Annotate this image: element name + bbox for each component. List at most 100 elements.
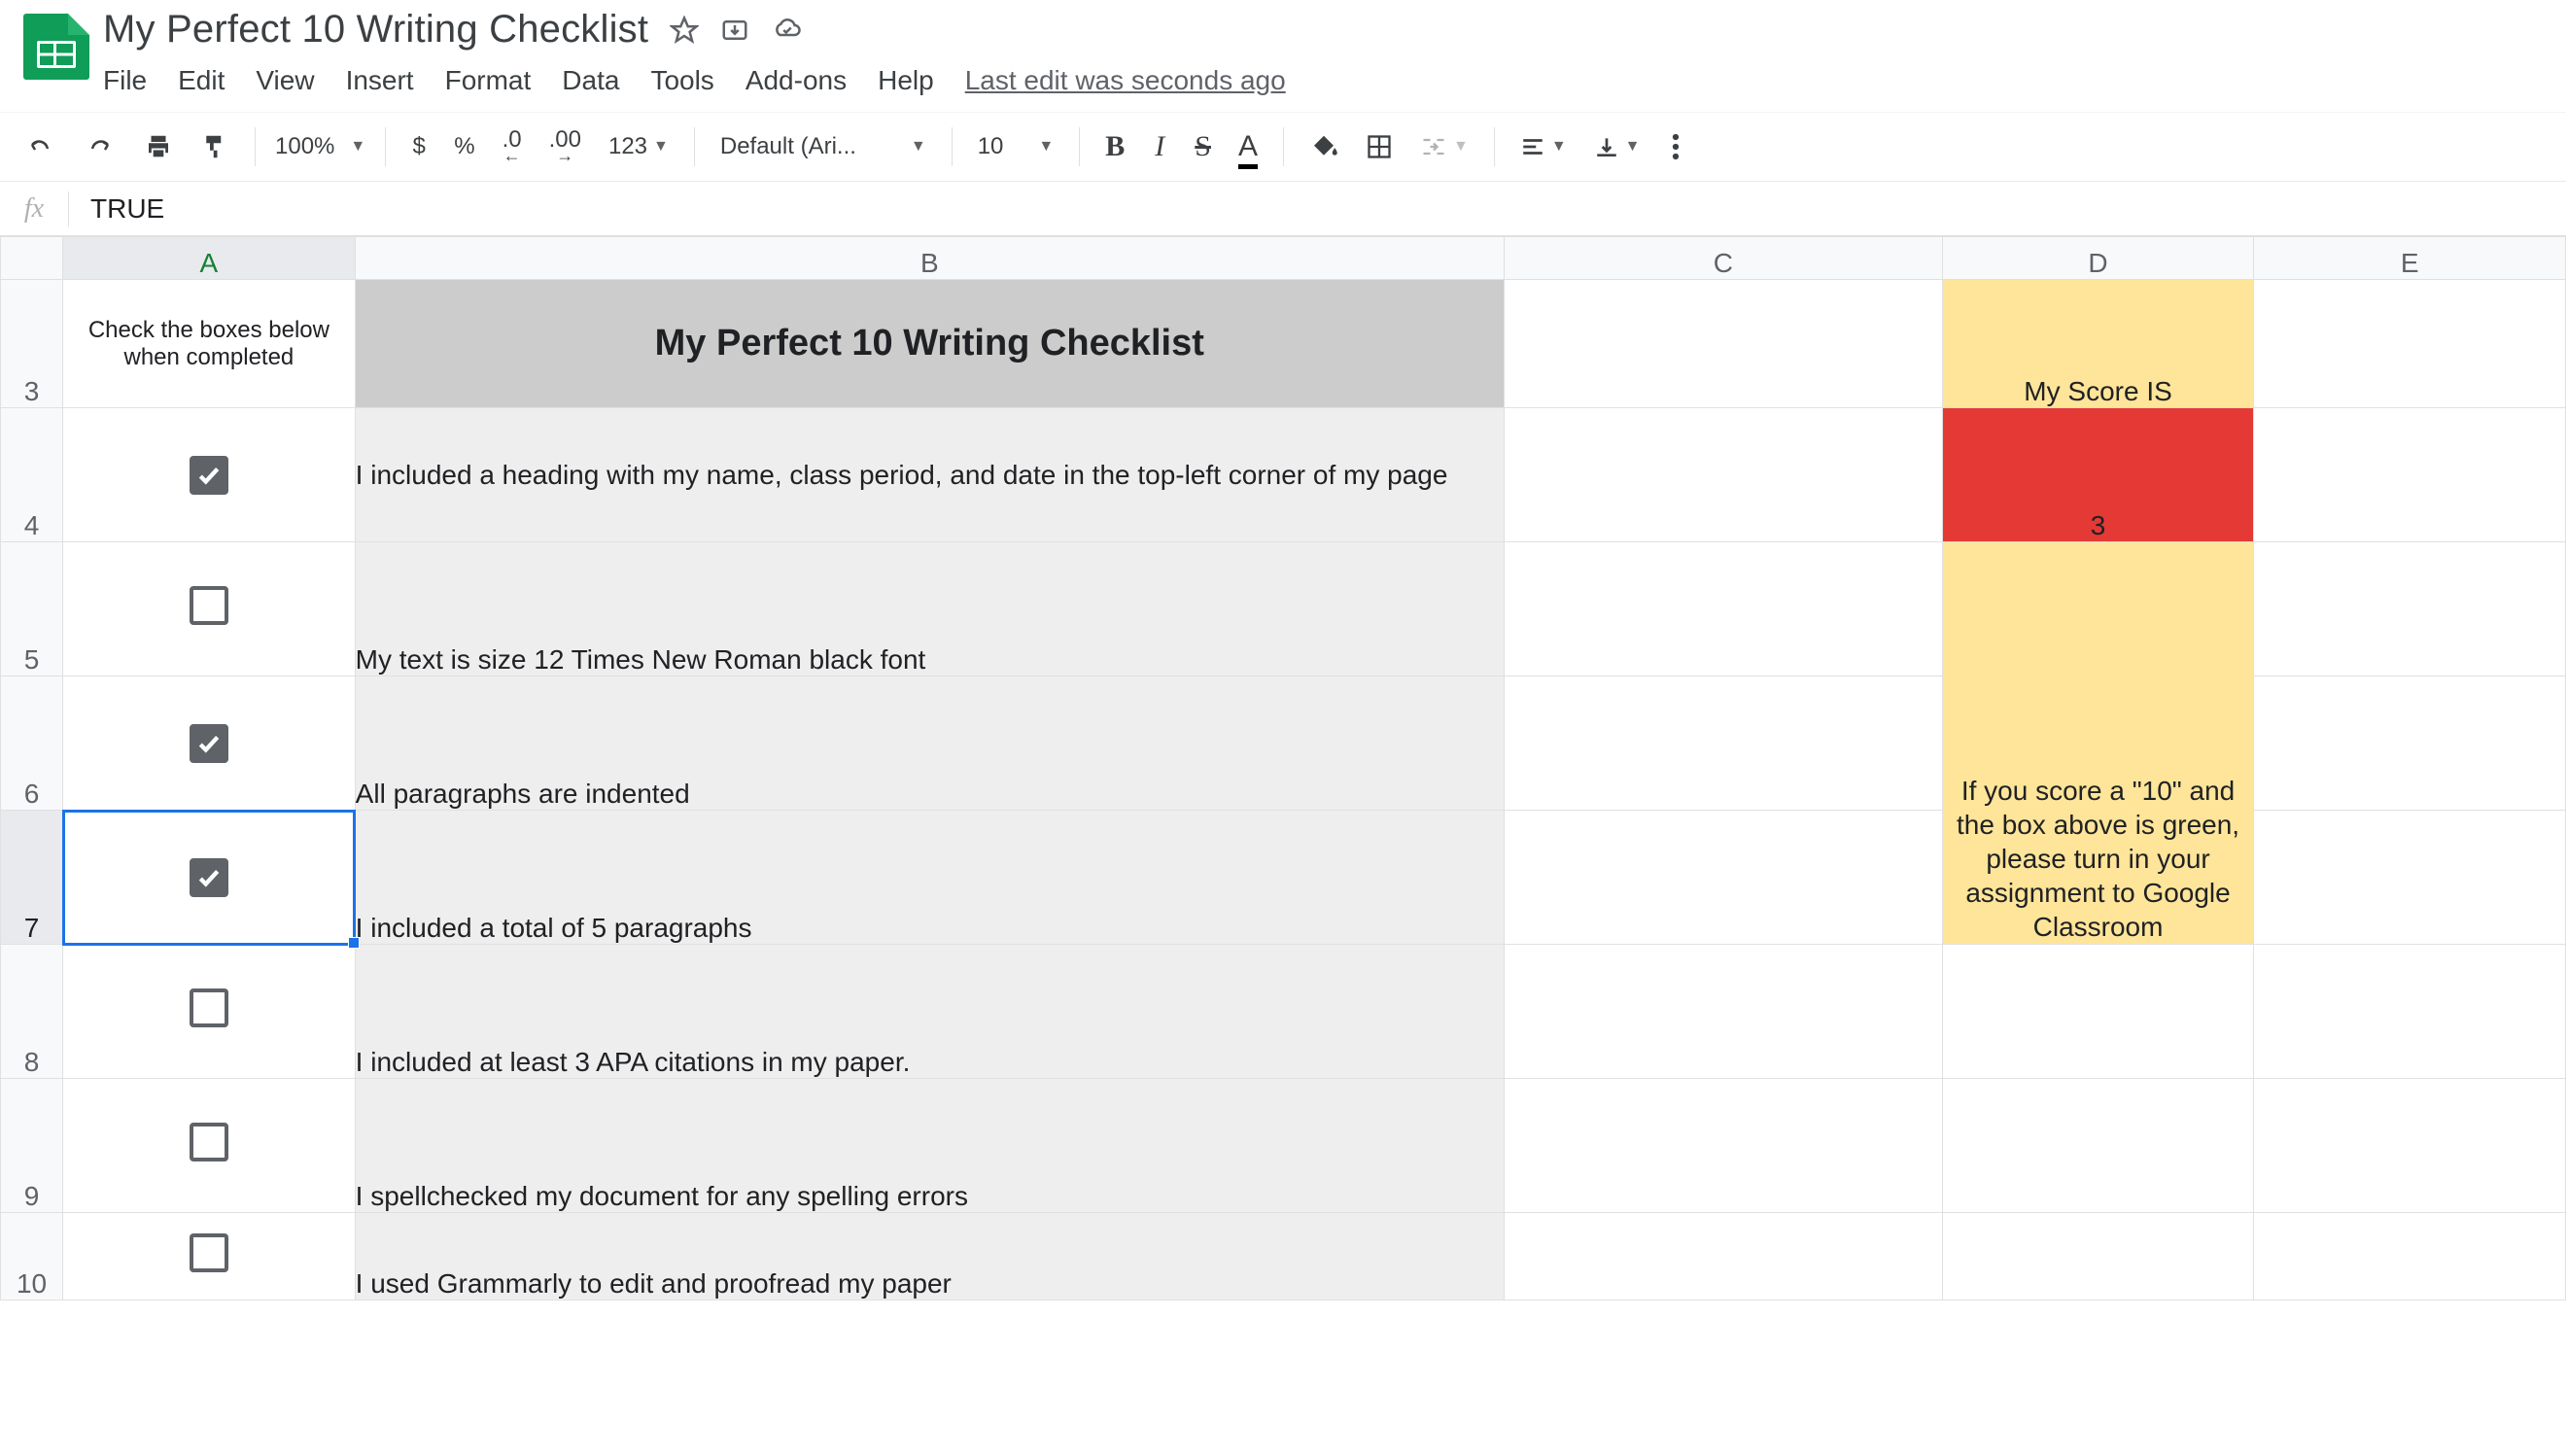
decrease-decimal-button[interactable]: .0←: [491, 122, 534, 171]
cell-e5[interactable]: [2254, 542, 2566, 676]
bold-button[interactable]: B: [1093, 122, 1136, 171]
cell-c5[interactable]: [1504, 542, 1942, 676]
italic-button[interactable]: I: [1140, 122, 1179, 171]
star-icon[interactable]: [670, 16, 699, 45]
col-header-b[interactable]: B: [355, 237, 1504, 280]
checkbox-icon[interactable]: [190, 724, 228, 763]
spreadsheet-grid[interactable]: A B C D E 3 Check the boxes below when c…: [0, 236, 2566, 1300]
sheets-app-icon[interactable]: [23, 14, 89, 80]
doc-title[interactable]: My Perfect 10 Writing Checklist: [103, 8, 648, 52]
horizontal-align-button[interactable]: ▼: [1508, 126, 1578, 167]
cell-b5[interactable]: My text is size 12 Times New Roman black…: [355, 542, 1504, 676]
cell-c3[interactable]: [1504, 280, 1942, 408]
cell-d3[interactable]: My Score IS: [1942, 280, 2254, 408]
cell-b7[interactable]: I included a total of 5 paragraphs: [355, 811, 1504, 945]
cell-b3[interactable]: My Perfect 10 Writing Checklist: [355, 280, 1504, 408]
cell-b10[interactable]: I used Grammarly to edit and proofread m…: [355, 1213, 1504, 1300]
menu-tools[interactable]: Tools: [650, 65, 713, 96]
cell-e7[interactable]: [2254, 811, 2566, 945]
cell-e9[interactable]: [2254, 1079, 2566, 1213]
cell-a3[interactable]: Check the boxes below when completed: [63, 280, 356, 408]
paint-format-button[interactable]: [189, 124, 241, 169]
vertical-align-button[interactable]: ▼: [1582, 126, 1652, 167]
cell-c9[interactable]: [1504, 1079, 1942, 1213]
checkbox-icon[interactable]: [190, 858, 228, 897]
menu-addons[interactable]: Add-ons: [746, 65, 847, 96]
menu-file[interactable]: File: [103, 65, 147, 96]
row-header-5[interactable]: 5: [1, 542, 63, 676]
row-header-3[interactable]: 3: [1, 280, 63, 408]
zoom-select[interactable]: 100%▼: [269, 133, 371, 160]
menu-data[interactable]: Data: [562, 65, 619, 96]
menu-edit[interactable]: Edit: [178, 65, 225, 96]
cell-a7[interactable]: [63, 811, 356, 945]
menubar: File Edit View Insert Format Data Tools …: [103, 65, 2556, 96]
cell-a6[interactable]: [63, 676, 356, 811]
row-header-8[interactable]: 8: [1, 945, 63, 1079]
format-currency-button[interactable]: $: [399, 125, 438, 168]
cell-e10[interactable]: [2254, 1213, 2566, 1300]
cell-d5[interactable]: If you score a "10" and the box above is…: [1942, 542, 2254, 945]
redo-button[interactable]: [72, 127, 128, 166]
strikethrough-button[interactable]: S: [1183, 122, 1223, 171]
more-toolbar-button[interactable]: [1656, 124, 1695, 169]
cell-e8[interactable]: [2254, 945, 2566, 1079]
merge-cells-button[interactable]: ▼: [1408, 125, 1480, 168]
cell-e4[interactable]: [2254, 408, 2566, 542]
col-header-c[interactable]: C: [1504, 237, 1942, 280]
menu-insert[interactable]: Insert: [346, 65, 414, 96]
cell-b4[interactable]: I included a heading with my name, class…: [355, 408, 1504, 542]
cell-c10[interactable]: [1504, 1213, 1942, 1300]
cell-d4[interactable]: 3: [1942, 408, 2254, 542]
more-formats-button[interactable]: 123▼: [597, 125, 680, 168]
print-button[interactable]: [132, 124, 185, 169]
formula-value[interactable]: TRUE: [69, 193, 164, 225]
cell-e3[interactable]: [2254, 280, 2566, 408]
cell-a5[interactable]: [63, 542, 356, 676]
col-header-e[interactable]: E: [2254, 237, 2566, 280]
cell-d10[interactable]: [1942, 1213, 2254, 1300]
col-header-d[interactable]: D: [1942, 237, 2254, 280]
font-select[interactable]: Default (Ari...▼: [709, 125, 938, 168]
cell-a10[interactable]: [63, 1213, 356, 1300]
checkbox-icon[interactable]: [190, 586, 228, 625]
text-color-button[interactable]: A: [1227, 122, 1269, 171]
cell-c6[interactable]: [1504, 676, 1942, 811]
cell-b8[interactable]: I included at least 3 APA citations in m…: [355, 945, 1504, 1079]
checkbox-icon[interactable]: [190, 1233, 228, 1272]
cloud-saved-icon[interactable]: [771, 16, 804, 45]
move-icon[interactable]: [720, 16, 749, 45]
cell-e6[interactable]: [2254, 676, 2566, 811]
cell-a9[interactable]: [63, 1079, 356, 1213]
cell-d9[interactable]: [1942, 1079, 2254, 1213]
cell-b9[interactable]: I spellchecked my document for any spell…: [355, 1079, 1504, 1213]
menu-help[interactable]: Help: [878, 65, 934, 96]
cell-c4[interactable]: [1504, 408, 1942, 542]
cell-a4[interactable]: [63, 408, 356, 542]
format-percent-button[interactable]: %: [442, 125, 486, 168]
fx-label: fx: [0, 193, 68, 225]
row-header-10[interactable]: 10: [1, 1213, 63, 1300]
col-header-a[interactable]: A: [63, 237, 356, 280]
row-header-6[interactable]: 6: [1, 676, 63, 811]
checkbox-icon[interactable]: [190, 1123, 228, 1161]
cell-d8[interactable]: [1942, 945, 2254, 1079]
fill-color-button[interactable]: [1298, 124, 1350, 169]
checkbox-icon[interactable]: [190, 988, 228, 1027]
cell-b6[interactable]: All paragraphs are indented: [355, 676, 1504, 811]
cell-a8[interactable]: [63, 945, 356, 1079]
checkbox-icon[interactable]: [190, 456, 228, 495]
cell-c8[interactable]: [1504, 945, 1942, 1079]
row-header-9[interactable]: 9: [1, 1079, 63, 1213]
last-edit-link[interactable]: Last edit was seconds ago: [965, 65, 1286, 96]
borders-button[interactable]: [1354, 125, 1404, 168]
row-header-7[interactable]: 7: [1, 811, 63, 945]
increase-decimal-button[interactable]: .00→: [537, 122, 593, 171]
cell-c7[interactable]: [1504, 811, 1942, 945]
row-header-4[interactable]: 4: [1, 408, 63, 542]
select-all-corner[interactable]: [1, 237, 63, 280]
menu-view[interactable]: View: [256, 65, 314, 96]
undo-button[interactable]: [12, 127, 68, 166]
font-size-select[interactable]: 10▼: [966, 125, 1066, 168]
menu-format[interactable]: Format: [445, 65, 532, 96]
